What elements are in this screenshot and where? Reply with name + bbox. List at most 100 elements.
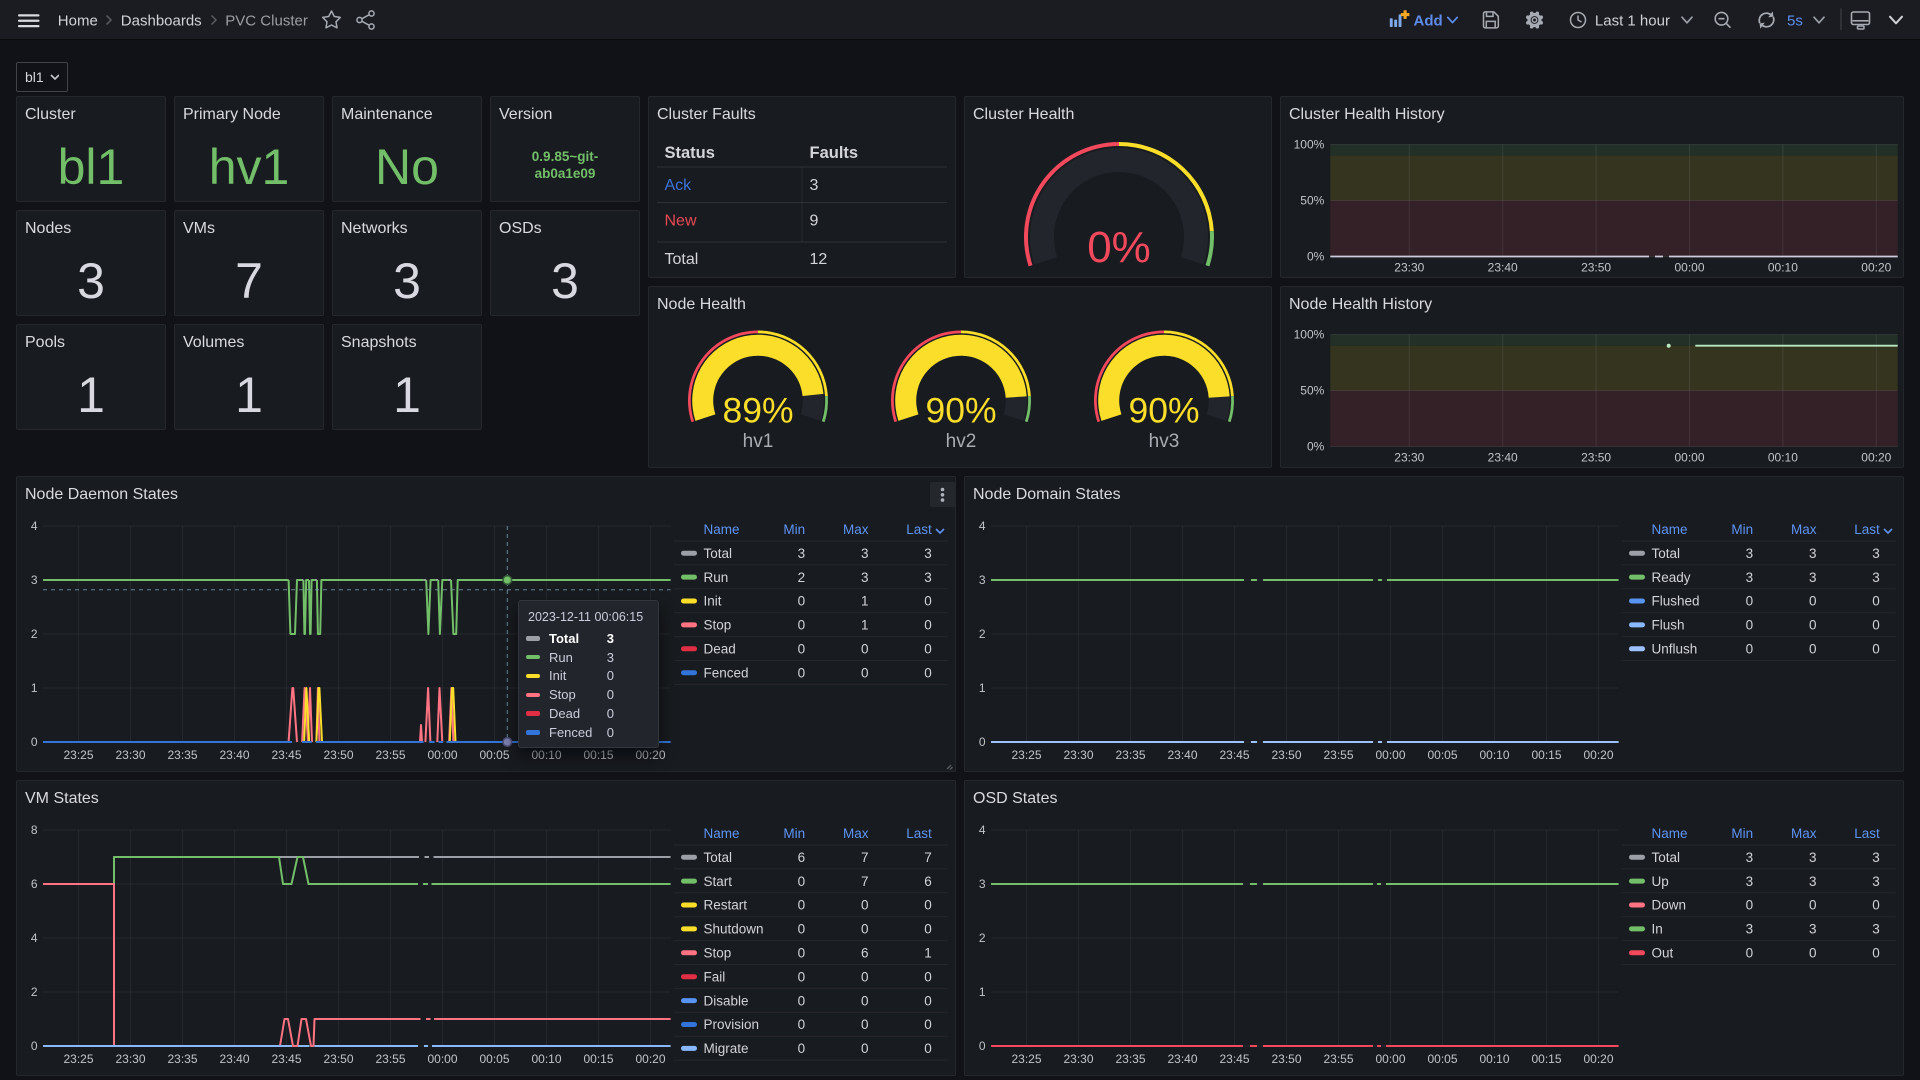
svg-text:Disable: Disable	[704, 993, 749, 1008]
svg-text:0%: 0%	[1307, 440, 1325, 454]
svg-text:23:40: 23:40	[1488, 261, 1518, 275]
svg-text:0: 0	[924, 1041, 932, 1056]
svg-text:23:45: 23:45	[1219, 1052, 1249, 1066]
svg-text:0: 0	[1872, 642, 1880, 657]
svg-text:Last: Last	[906, 522, 932, 537]
svg-text:8: 8	[31, 823, 38, 837]
svg-text:Init: Init	[704, 594, 722, 609]
svg-text:0: 0	[861, 665, 869, 680]
svg-text:Shutdown: Shutdown	[704, 922, 764, 937]
svg-text:3: 3	[1809, 874, 1817, 889]
svg-text:3: 3	[1746, 570, 1754, 585]
svg-text:Min: Min	[783, 826, 805, 841]
svg-text:Min: Min	[1731, 522, 1753, 537]
svg-text:100%: 100%	[1294, 328, 1325, 342]
svg-text:Stop: Stop	[704, 946, 732, 961]
svg-text:0: 0	[861, 969, 869, 984]
svg-text:23:55: 23:55	[375, 1052, 405, 1066]
svg-text:3: 3	[924, 570, 932, 585]
svg-text:0: 0	[798, 1041, 806, 1056]
svg-text:23:50: 23:50	[1581, 261, 1611, 275]
svg-text:00:05: 00:05	[479, 1052, 509, 1066]
svg-text:3: 3	[1872, 850, 1880, 865]
svg-text:Ready: Ready	[1652, 570, 1691, 585]
svg-text:3: 3	[1746, 546, 1754, 561]
svg-text:6: 6	[924, 874, 932, 889]
svg-text:Down: Down	[1652, 898, 1687, 913]
svg-text:hv3: hv3	[1149, 431, 1180, 452]
svg-text:00:05: 00:05	[479, 748, 509, 762]
svg-text:Total: Total	[1652, 850, 1681, 865]
svg-text:Migrate: Migrate	[704, 1041, 749, 1056]
svg-text:00:20: 00:20	[1583, 1052, 1613, 1066]
svg-text:0: 0	[1809, 898, 1817, 913]
svg-text:3: 3	[1872, 922, 1880, 937]
svg-text:23:55: 23:55	[375, 748, 405, 762]
svg-text:23:30: 23:30	[1394, 261, 1424, 275]
svg-text:1: 1	[861, 618, 869, 633]
svg-text:Dashboards: Dashboards	[121, 13, 202, 30]
svg-text:23:40: 23:40	[1488, 451, 1518, 465]
svg-text:3: 3	[861, 570, 869, 585]
svg-text:0: 0	[1872, 618, 1880, 633]
svg-text:0: 0	[1809, 618, 1817, 633]
svg-text:00:00: 00:00	[427, 1052, 457, 1066]
svg-text:23:25: 23:25	[1011, 748, 1041, 762]
svg-text:50%: 50%	[1300, 194, 1324, 208]
svg-text:00:20: 00:20	[1861, 451, 1891, 465]
svg-text:00:15: 00:15	[583, 1052, 613, 1066]
svg-text:0: 0	[1746, 946, 1754, 961]
svg-text:0: 0	[979, 735, 986, 749]
svg-text:0%: 0%	[1087, 223, 1151, 272]
svg-text:3: 3	[810, 177, 819, 194]
svg-text:00:10: 00:10	[1768, 451, 1798, 465]
svg-text:2: 2	[31, 627, 38, 641]
svg-text:0: 0	[798, 642, 806, 657]
svg-text:6: 6	[31, 877, 38, 891]
svg-text:00:20: 00:20	[635, 1052, 665, 1066]
svg-text:0: 0	[924, 665, 932, 680]
svg-text:Stop: Stop	[704, 618, 732, 633]
svg-text:2: 2	[798, 570, 806, 585]
svg-text:1: 1	[861, 594, 869, 609]
svg-text:0: 0	[1809, 946, 1817, 961]
svg-text:3: 3	[1809, 922, 1817, 937]
svg-text:0: 0	[924, 642, 932, 657]
svg-text:Name: Name	[704, 826, 740, 841]
svg-text:6: 6	[861, 946, 869, 961]
svg-text:23:50: 23:50	[1271, 748, 1301, 762]
svg-text:23:30: 23:30	[1394, 451, 1424, 465]
svg-text:3: 3	[979, 573, 986, 587]
svg-text:Min: Min	[783, 522, 805, 537]
svg-text:Min: Min	[1731, 826, 1753, 841]
svg-text:00:00: 00:00	[1375, 1052, 1405, 1066]
svg-text:Flushed: Flushed	[1652, 594, 1700, 609]
svg-text:0: 0	[979, 1039, 986, 1053]
svg-text:0: 0	[861, 1017, 869, 1032]
svg-text:0: 0	[798, 618, 806, 633]
svg-text:7: 7	[861, 874, 869, 889]
svg-text:1: 1	[979, 681, 986, 695]
svg-text:0: 0	[1809, 594, 1817, 609]
svg-text:23:45: 23:45	[271, 748, 301, 762]
svg-text:0: 0	[798, 946, 806, 961]
svg-text:Restart: Restart	[704, 898, 748, 913]
svg-text:0: 0	[1872, 946, 1880, 961]
svg-text:23:50: 23:50	[1271, 1052, 1301, 1066]
svg-text:2: 2	[979, 931, 986, 945]
svg-text:3: 3	[1809, 570, 1817, 585]
svg-text:7: 7	[861, 850, 869, 865]
svg-text:00:00: 00:00	[427, 748, 457, 762]
svg-text:Last: Last	[906, 826, 932, 841]
svg-text:0: 0	[798, 1017, 806, 1032]
svg-text:00:00: 00:00	[1375, 748, 1405, 762]
svg-text:Total: Total	[665, 251, 699, 268]
svg-text:89%: 89%	[722, 391, 793, 431]
svg-text:3: 3	[1746, 850, 1754, 865]
svg-text:Last: Last	[1854, 826, 1880, 841]
svg-text:Name: Name	[1652, 826, 1688, 841]
svg-text:3: 3	[1809, 546, 1817, 561]
svg-text:0: 0	[1872, 898, 1880, 913]
svg-text:Name: Name	[704, 522, 740, 537]
svg-text:00:05: 00:05	[1427, 1052, 1457, 1066]
